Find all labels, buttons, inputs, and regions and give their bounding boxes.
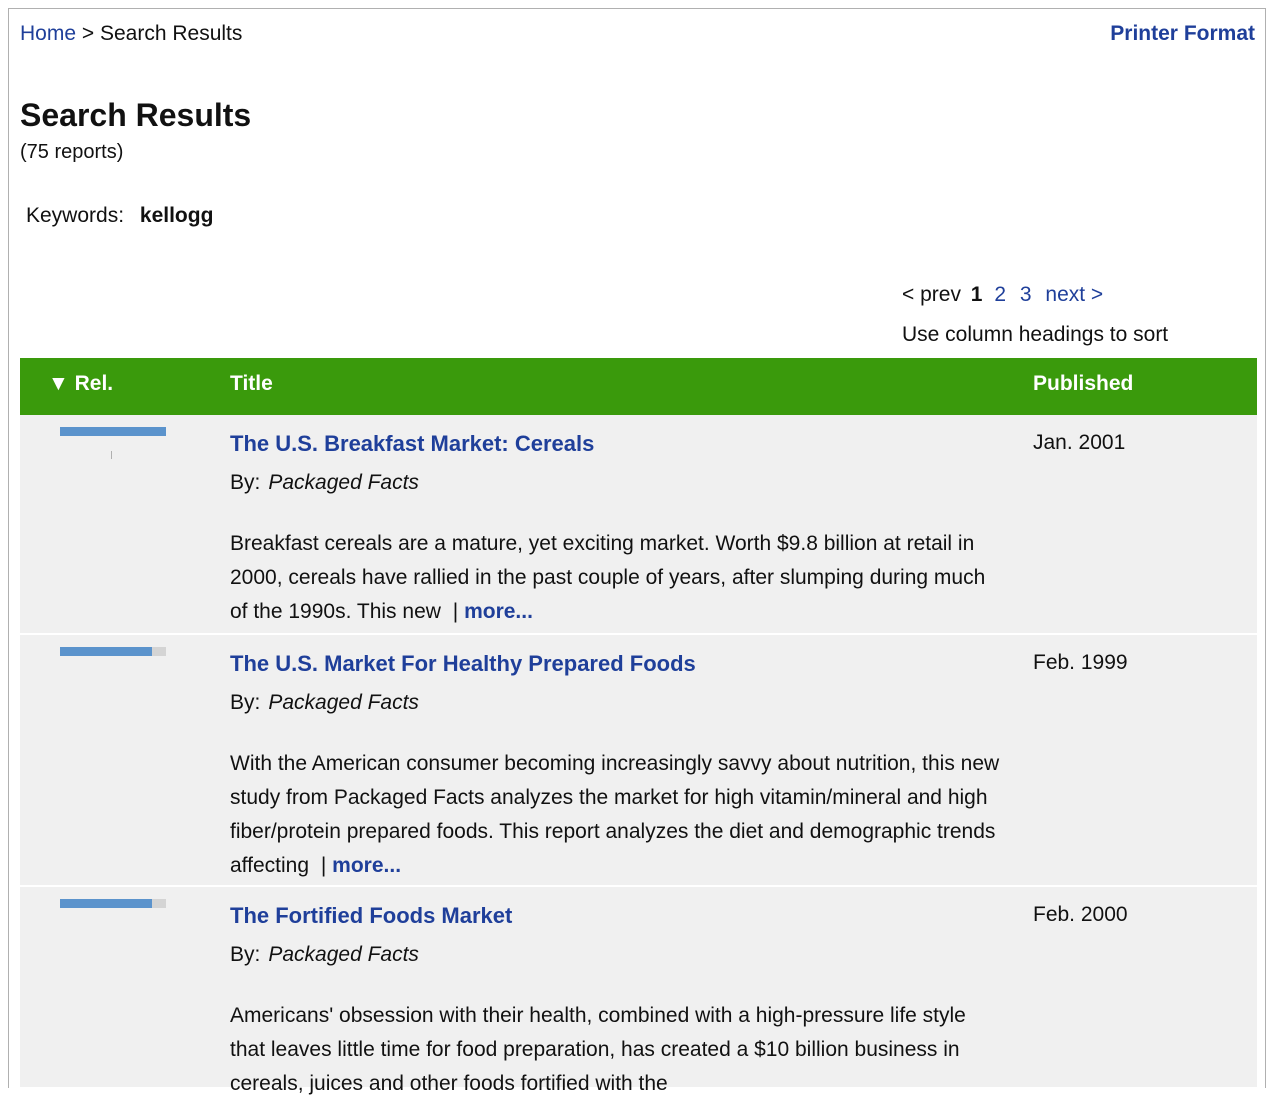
relevance-bar-fill xyxy=(60,647,153,656)
relevance-tick xyxy=(111,451,112,459)
pagination: < prev 1 2 3 next > xyxy=(902,283,1111,307)
table-row: The U.S. Market For Healthy Prepared Foo… xyxy=(20,635,1257,887)
page-title: Search Results xyxy=(20,97,252,133)
description-separator: | xyxy=(452,600,459,623)
printer-format-link[interactable]: Printer Format xyxy=(1110,22,1255,46)
relevance-bar-fill xyxy=(60,427,166,436)
result-description-text: Americans' obsession with their health, … xyxy=(230,1004,966,1095)
column-header-published[interactable]: Published xyxy=(1033,372,1133,396)
result-byline: By: Packaged Facts xyxy=(230,471,419,495)
result-description: Breakfast cereals are a mature, yet exci… xyxy=(230,527,1000,629)
more-link[interactable]: more... xyxy=(464,600,533,623)
keywords-value: kellogg xyxy=(139,204,214,227)
column-header-title[interactable]: Title xyxy=(230,372,273,396)
byline-label: By: xyxy=(230,471,261,494)
table-row: The U.S. Breakfast Market: Cereals Jan. … xyxy=(20,415,1257,635)
relevance-bar-fill xyxy=(60,899,153,908)
result-published-date: Feb. 2000 xyxy=(1033,903,1128,926)
relevance-bar xyxy=(60,427,166,436)
result-description-text: Breakfast cereals are a mature, yet exci… xyxy=(230,532,986,623)
report-count: (75 reports) xyxy=(20,141,124,163)
byline-label: By: xyxy=(230,691,261,714)
relevance-bar xyxy=(60,647,166,656)
description-separator: | xyxy=(320,854,327,877)
result-publisher: Packaged Facts xyxy=(268,471,419,494)
pager-page-3-link[interactable]: 3 xyxy=(1020,283,1032,306)
breadcrumb: Home > Search Results xyxy=(20,22,242,46)
result-description: With the American consumer becoming incr… xyxy=(230,747,1000,883)
pager-next-link[interactable]: next > xyxy=(1045,283,1103,306)
pager-prev: < prev xyxy=(902,283,961,306)
result-title-link[interactable]: The Fortified Foods Market xyxy=(230,903,512,929)
result-published-date: Feb. 1999 xyxy=(1033,651,1128,674)
keywords-label: Keywords: xyxy=(26,204,125,227)
breadcrumb-separator: > xyxy=(81,22,95,45)
keywords-line: Keywords: kellogg xyxy=(26,204,213,228)
results-table: ▼ Rel. Title Published The U.S. Breakfas… xyxy=(20,358,1257,1095)
breadcrumb-home-link[interactable]: Home xyxy=(20,22,76,45)
result-byline: By: Packaged Facts xyxy=(230,691,419,715)
table-header: ▼ Rel. Title Published xyxy=(20,358,1257,415)
table-row: The Fortified Foods Market Feb. 2000 By:… xyxy=(20,887,1257,1095)
byline-label: By: xyxy=(230,943,261,966)
result-byline: By: Packaged Facts xyxy=(230,943,419,967)
column-header-relevance[interactable]: ▼ Rel. xyxy=(48,372,113,396)
breadcrumb-current: Search Results xyxy=(99,22,243,45)
pager-current-page: 1 xyxy=(970,283,983,306)
result-published-date: Jan. 2001 xyxy=(1033,431,1126,454)
sort-note: Use column headings to sort xyxy=(902,323,1169,346)
pager-page-2-link[interactable]: 2 xyxy=(994,283,1006,306)
result-title-link[interactable]: The U.S. Breakfast Market: Cereals xyxy=(230,431,594,457)
result-publisher: Packaged Facts xyxy=(268,943,419,966)
more-link[interactable]: more... xyxy=(332,854,401,877)
result-description: Americans' obsession with their health, … xyxy=(230,999,1000,1101)
result-title-link[interactable]: The U.S. Market For Healthy Prepared Foo… xyxy=(230,651,696,677)
result-publisher: Packaged Facts xyxy=(268,691,419,714)
relevance-bar xyxy=(60,899,166,908)
